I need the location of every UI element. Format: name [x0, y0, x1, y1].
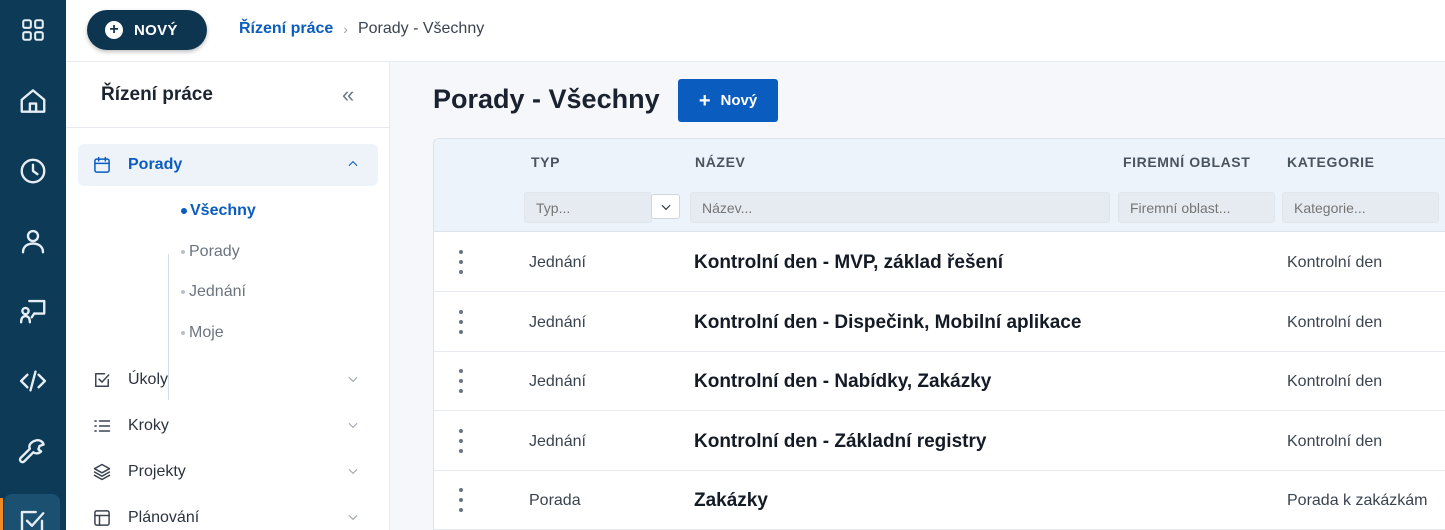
meetings-table: TYP NÁZEV FIREMNÍ OBLAST KATEGORIE Jedná… — [433, 138, 1445, 530]
chevron-down-icon — [346, 418, 360, 432]
apps-grid-icon[interactable] — [0, 2, 66, 58]
main-content: Porady - Všechny + Nový TYP NÁZEV FIREMN… — [390, 62, 1445, 530]
chevron-down-icon — [346, 510, 360, 524]
sub-nav-label: Všechny — [190, 202, 256, 219]
row-menu-icon[interactable] — [454, 429, 468, 453]
calendar-icon — [91, 154, 113, 176]
table-row[interactable]: Jednání Kontrolní den - MVP, základ řeše… — [434, 233, 1445, 292]
nav-group-label: Plánování — [128, 509, 200, 526]
sub-nav-label: Moje — [189, 324, 224, 341]
table-row[interactable]: Jednání Kontrolní den - Nabídky, Zakázky… — [434, 352, 1445, 411]
user-icon[interactable] — [0, 213, 66, 269]
app-rail — [0, 0, 66, 530]
new-meeting-label: Nový — [720, 92, 758, 109]
active-dot — [181, 208, 187, 214]
cell-name[interactable]: Kontrolní den - Nabídky, Zakázky — [694, 371, 991, 393]
cell-category: Kontrolní den — [1287, 373, 1383, 390]
chevron-down-icon — [346, 372, 360, 386]
cell-name[interactable]: Zakázky — [694, 490, 768, 512]
collapse-panel-icon[interactable]: « — [342, 84, 354, 106]
cell-category: Kontrolní den — [1287, 254, 1383, 271]
nav-group-planovani[interactable]: Plánování — [78, 497, 378, 530]
list-icon — [91, 415, 113, 437]
checkbox-icon[interactable] — [4, 494, 60, 530]
bullet-dot — [181, 331, 185, 335]
nav-group-kroky[interactable]: Kroky — [78, 405, 378, 447]
sub-nav-label: Porady — [189, 243, 240, 260]
home-icon[interactable] — [0, 73, 66, 129]
plus-icon: + — [698, 89, 711, 112]
nav-group-label: Porady — [128, 156, 183, 173]
filter-area-input[interactable] — [1118, 192, 1275, 223]
table-row[interactable]: Jednání Kontrolní den - Základní registr… — [434, 412, 1445, 471]
table-row[interactable]: Porada Zakázky Porada k zakázkám — [434, 471, 1445, 530]
checkbox-icon — [91, 369, 113, 391]
new-global-label: NOVÝ — [134, 21, 178, 39]
nav-group-label: Kroky — [128, 417, 169, 434]
nav-group-porady[interactable]: Porady — [78, 144, 378, 186]
table-header: TYP NÁZEV FIREMNÍ OBLAST KATEGORIE — [434, 139, 1445, 232]
cell-type: Jednání — [529, 373, 586, 390]
board-icon — [91, 507, 113, 529]
breadcrumb: Řízení práce › Porady - Všechny — [239, 20, 484, 38]
nav-group-label: Projekty — [128, 463, 186, 480]
sub-nav-jednani[interactable]: Jednání — [181, 283, 246, 301]
chevron-down-icon — [346, 464, 360, 478]
table-row[interactable]: Jednání Kontrolní den - Dispečink, Mobil… — [434, 293, 1445, 352]
nav-group-label: Úkoly — [128, 371, 169, 388]
cell-category: Kontrolní den — [1287, 433, 1383, 450]
filter-type-input[interactable] — [524, 192, 652, 223]
side-panel-title: Řízení práce — [101, 84, 213, 105]
nav-group-projekty[interactable]: Projekty — [78, 451, 378, 493]
layers-icon — [91, 461, 113, 483]
cell-type: Jednání — [529, 314, 586, 331]
presentation-icon[interactable] — [0, 283, 66, 339]
filter-name-input[interactable] — [690, 192, 1110, 223]
cell-type: Porada — [529, 492, 581, 509]
bullet-dot — [181, 290, 185, 294]
cell-category: Porada k zakázkám — [1287, 492, 1428, 509]
clock-icon[interactable] — [0, 143, 66, 199]
sub-nav-porady[interactable]: Porady — [181, 243, 240, 261]
chevron-down-icon[interactable] — [651, 194, 680, 219]
chevron-right-icon: › — [343, 21, 348, 37]
cell-name[interactable]: Kontrolní den - Dispečink, Mobilní aplik… — [694, 312, 1081, 334]
sub-nav-label: Jednání — [189, 283, 246, 300]
new-global-button[interactable]: + NOVÝ — [87, 10, 207, 50]
bullet-dot — [181, 250, 185, 254]
cell-type: Jednání — [529, 433, 586, 450]
page-title: Porady - Všechny — [433, 84, 660, 114]
sub-nav-vsechny[interactable]: Všechny — [181, 202, 256, 220]
breadcrumb-root-link[interactable]: Řízení práce — [239, 20, 333, 38]
top-bar: + NOVÝ Řízení práce › Porady - Všechny — [66, 0, 1445, 62]
cell-category: Kontrolní den — [1287, 314, 1383, 331]
row-menu-icon[interactable] — [454, 310, 468, 334]
nav-group-ukoly[interactable]: Úkoly — [78, 359, 378, 401]
column-header-name[interactable]: NÁZEV — [695, 154, 745, 170]
row-menu-icon[interactable] — [454, 488, 468, 512]
active-indicator — [0, 498, 3, 530]
new-meeting-button[interactable]: + Nový — [678, 79, 778, 122]
side-panel-header: Řízení práce « — [66, 62, 389, 128]
cell-name[interactable]: Kontrolní den - Základní registry — [694, 431, 986, 453]
column-header-type[interactable]: TYP — [531, 154, 560, 170]
row-menu-icon[interactable] — [454, 250, 468, 274]
column-header-category[interactable]: KATEGORIE — [1287, 154, 1375, 170]
plus-icon: + — [105, 21, 123, 39]
cell-name[interactable]: Kontrolní den - MVP, základ řešení — [694, 252, 1003, 274]
filter-category-input[interactable] — [1282, 192, 1439, 223]
row-menu-icon[interactable] — [454, 369, 468, 393]
wrench-icon[interactable] — [0, 423, 66, 479]
chevron-up-icon — [346, 157, 360, 171]
cell-type: Jednání — [529, 254, 586, 271]
side-panel: Řízení práce « Porady Všechny Porady Jed… — [66, 62, 390, 530]
sub-nav-moje[interactable]: Moje — [181, 324, 224, 342]
code-icon[interactable] — [0, 353, 66, 409]
column-header-area[interactable]: FIREMNÍ OBLAST — [1123, 154, 1250, 170]
breadcrumb-current: Porady - Všechny — [357, 20, 485, 37]
